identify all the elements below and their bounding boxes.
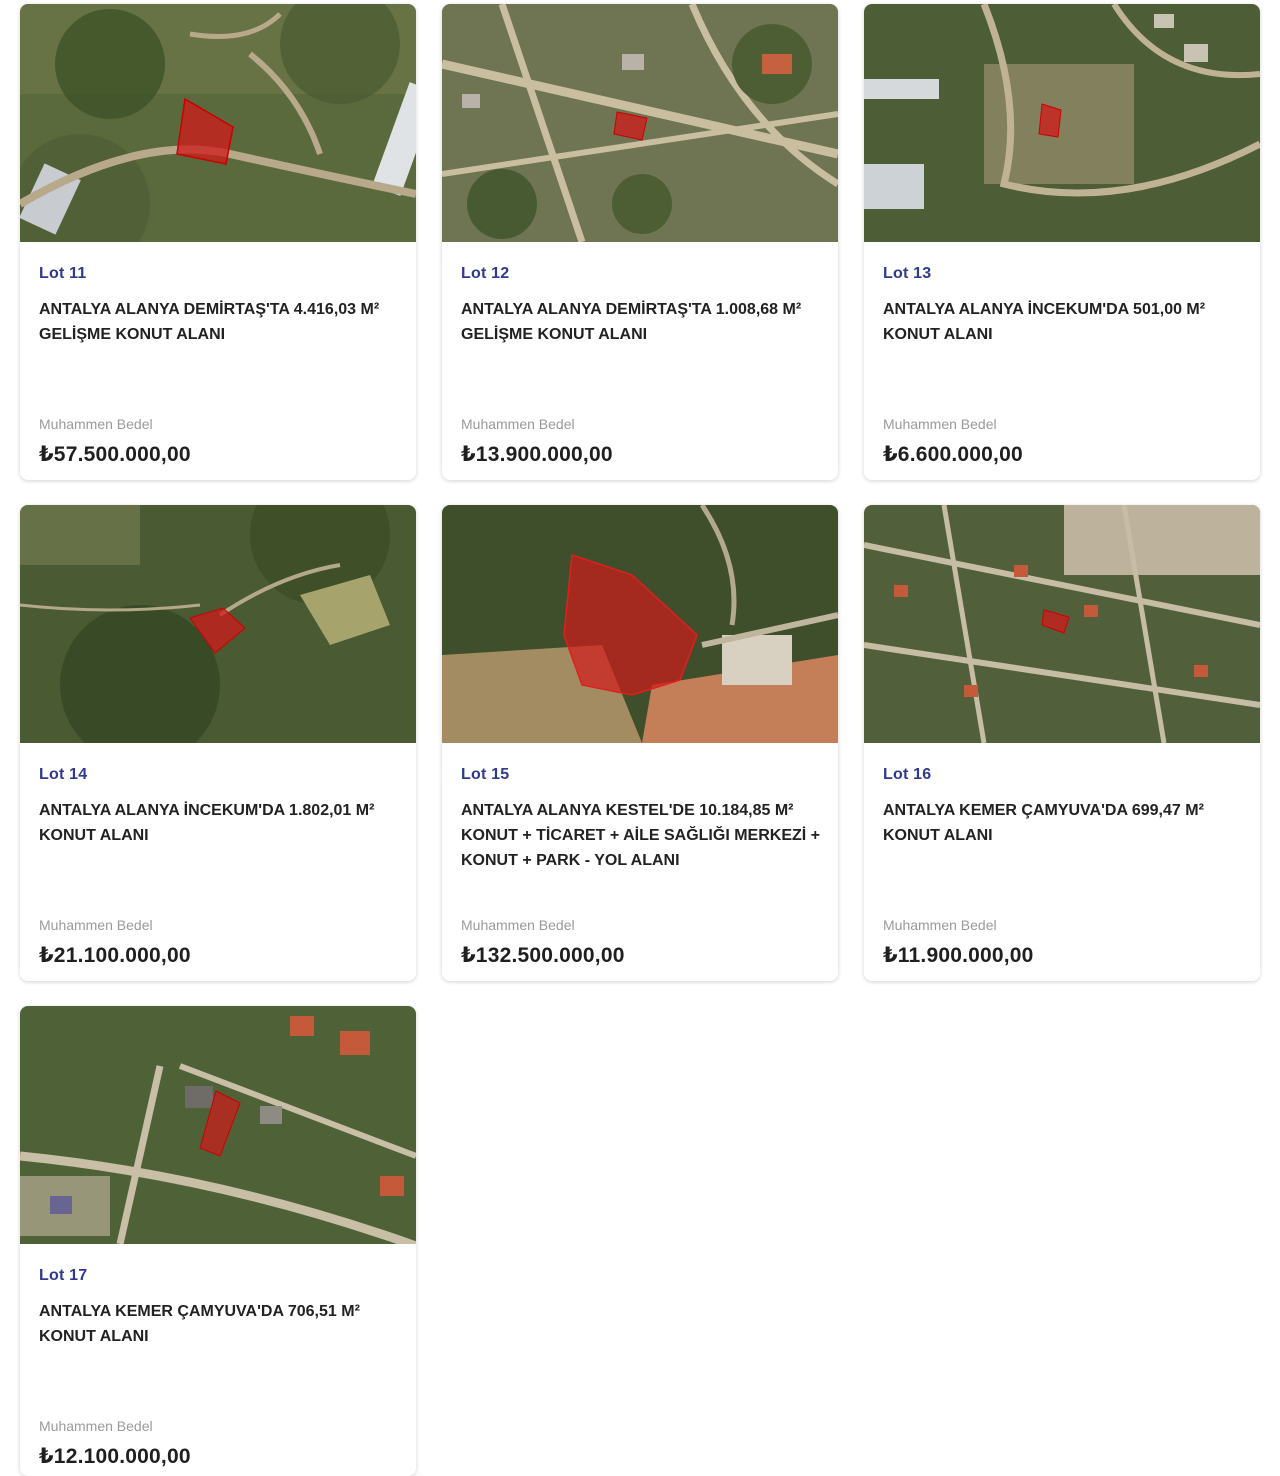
lot-number: Lot 12	[461, 265, 510, 282]
price-label: Muhammen Bedel	[883, 917, 997, 933]
lot-number: Lot 13	[883, 265, 932, 282]
satellite-image[interactable]	[442, 4, 838, 242]
price-label: Muhammen Bedel	[461, 917, 575, 933]
price-value: ₺12.100.000,00	[39, 1445, 191, 1468]
price-value: ₺6.600.000,00	[883, 443, 1023, 466]
lot-card[interactable]: Lot 12 ANTALYA ALANYA DEMİRTAŞ'TA 1.008,…	[442, 4, 838, 480]
lot-title[interactable]: ANTALYA ALANYA İNCEKUM'DA 501,00 M² KONU…	[883, 297, 1243, 347]
price-value: ₺13.900.000,00	[461, 443, 613, 466]
price-label: Muhammen Bedel	[39, 1418, 153, 1434]
lot-number: Lot 15	[461, 766, 510, 783]
satellite-image[interactable]	[20, 4, 416, 242]
price-value: ₺57.500.000,00	[39, 443, 191, 466]
price-value: ₺132.500.000,00	[461, 944, 625, 967]
lot-title[interactable]: ANTALYA ALANYA DEMİRTAŞ'TA 4.416,03 M² G…	[39, 297, 399, 347]
lot-title[interactable]: ANTALYA ALANYA KESTEL'DE 10.184,85 M² KO…	[461, 798, 821, 873]
price-value: ₺11.900.000,00	[883, 944, 1034, 967]
satellite-image[interactable]	[864, 505, 1260, 743]
lot-grid: Lot 11 ANTALYA ALANYA DEMİRTAŞ'TA 4.416,…	[0, 0, 1280, 1476]
lot-card[interactable]: Lot 11 ANTALYA ALANYA DEMİRTAŞ'TA 4.416,…	[20, 4, 416, 480]
lot-number: Lot 17	[39, 1267, 88, 1284]
lot-card[interactable]: Lot 17 ANTALYA KEMER ÇAMYUVA'DA 706,51 M…	[20, 1006, 416, 1476]
satellite-image[interactable]	[864, 4, 1260, 242]
lot-title[interactable]: ANTALYA ALANYA İNCEKUM'DA 1.802,01 M² KO…	[39, 798, 399, 848]
satellite-image[interactable]	[20, 505, 416, 743]
price-label: Muhammen Bedel	[883, 416, 997, 432]
lot-number: Lot 14	[39, 766, 88, 783]
price-label: Muhammen Bedel	[461, 416, 575, 432]
lot-title[interactable]: ANTALYA KEMER ÇAMYUVA'DA 706,51 M² KONUT…	[39, 1299, 399, 1349]
satellite-image[interactable]	[20, 1006, 416, 1244]
lot-card[interactable]: Lot 15 ANTALYA ALANYA KESTEL'DE 10.184,8…	[442, 505, 838, 981]
satellite-image[interactable]	[442, 505, 838, 743]
price-label: Muhammen Bedel	[39, 416, 153, 432]
lot-card[interactable]: Lot 14 ANTALYA ALANYA İNCEKUM'DA 1.802,0…	[20, 505, 416, 981]
lot-title[interactable]: ANTALYA ALANYA DEMİRTAŞ'TA 1.008,68 M² G…	[461, 297, 821, 347]
lot-card[interactable]: Lot 13 ANTALYA ALANYA İNCEKUM'DA 501,00 …	[864, 4, 1260, 480]
price-value: ₺21.100.000,00	[39, 944, 191, 967]
lot-card[interactable]: Lot 16 ANTALYA KEMER ÇAMYUVA'DA 699,47 M…	[864, 505, 1260, 981]
lot-title[interactable]: ANTALYA KEMER ÇAMYUVA'DA 699,47 M² KONUT…	[883, 798, 1243, 848]
lot-number: Lot 16	[883, 766, 932, 783]
price-label: Muhammen Bedel	[39, 917, 153, 933]
lot-number: Lot 11	[39, 265, 87, 282]
